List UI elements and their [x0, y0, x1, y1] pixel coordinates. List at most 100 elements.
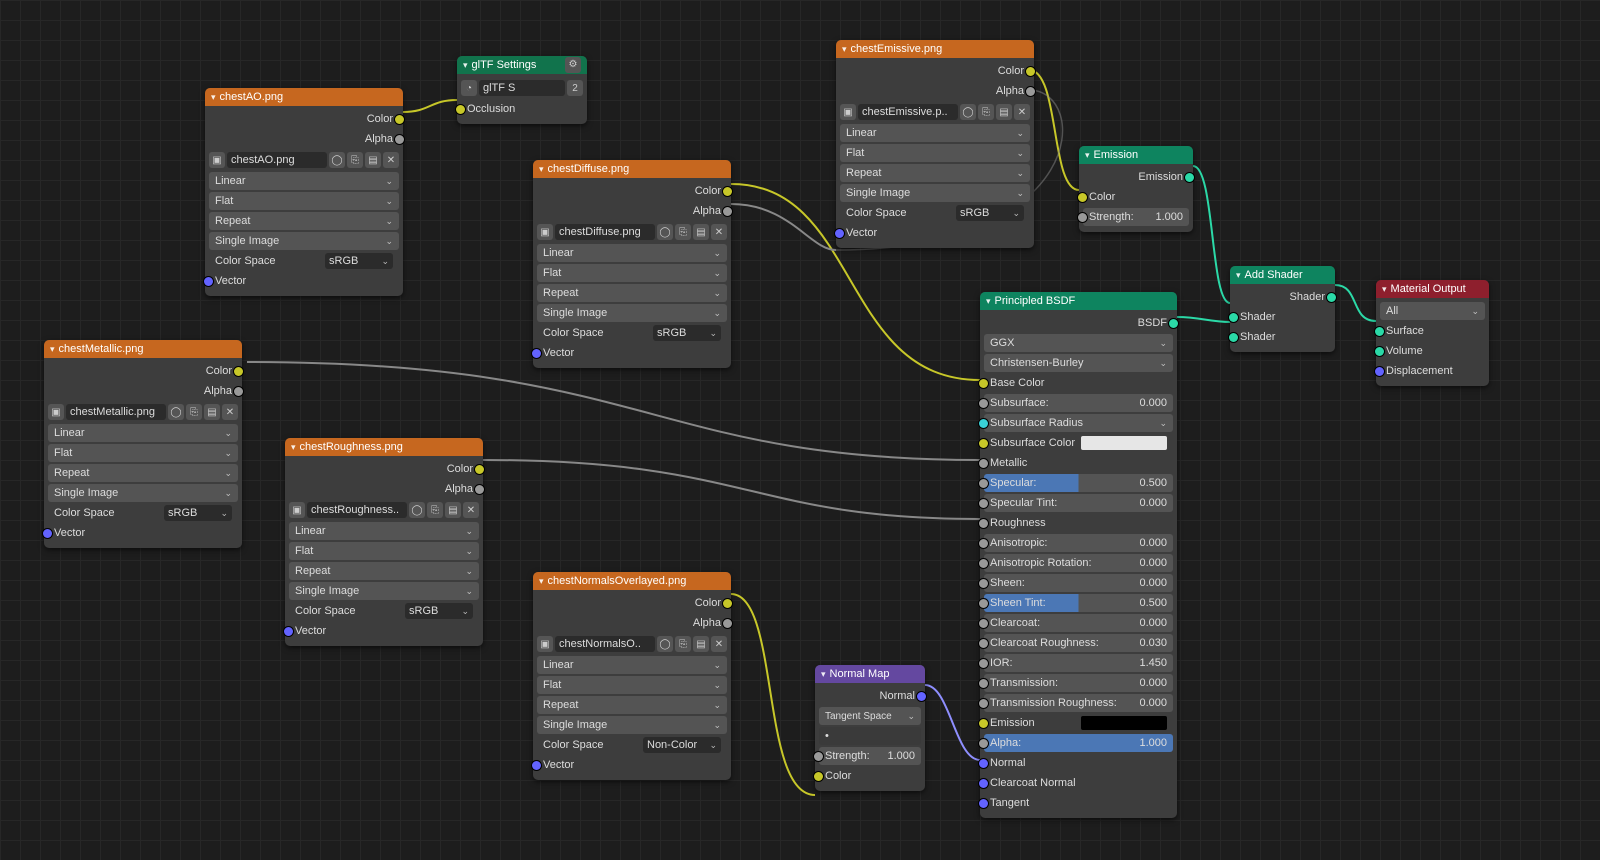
node-header[interactable]: ▾Add Shader [1230, 266, 1335, 284]
input-socket-surface[interactable] [1375, 327, 1384, 336]
input-socket[interactable] [979, 719, 988, 728]
input-socket-vector[interactable] [284, 627, 293, 636]
image-selector[interactable]: ▣chestRoughness..◯⎘▤✕ [289, 500, 479, 520]
input-socket[interactable] [979, 799, 988, 808]
input-socket-volume[interactable] [1375, 347, 1384, 356]
output-socket-emission[interactable] [1185, 173, 1194, 182]
node-header[interactable]: ▾Emission [1079, 146, 1193, 164]
input-socket-color[interactable] [1078, 193, 1087, 202]
image-selector[interactable]: ▣chestNormalsO..◯⎘▤✕ [537, 634, 727, 654]
nodegroup-name[interactable]: glTF S [479, 80, 565, 96]
colorspace-row[interactable]: Color SpacesRGB⌄ [840, 204, 1030, 222]
bsdf-specular-tint-[interactable]: Specular Tint:0.000 [984, 494, 1173, 512]
input-socket-shader-1[interactable] [1229, 313, 1238, 322]
node-image-normals[interactable]: ▾chestNormalsOverlayed.png Color Alpha ▣… [533, 572, 731, 780]
source-dropdown[interactable]: Single Image⌄ [537, 716, 727, 734]
node-gltf-settings[interactable]: ▾glTF Settings⚙ ◔glTF S2 Occlusion [457, 56, 587, 124]
input-socket[interactable] [979, 459, 988, 468]
input-socket[interactable] [979, 439, 988, 448]
source-dropdown[interactable]: Single Image⌄ [537, 304, 727, 322]
colorspace-row[interactable]: Color SpacesRGB⌄ [209, 252, 399, 270]
output-socket-bsdf[interactable] [1169, 319, 1178, 328]
interpolation-dropdown[interactable]: Linear⌄ [48, 424, 238, 442]
node-header[interactable]: ▾Principled BSDF [980, 292, 1177, 310]
output-socket-normal[interactable] [917, 692, 926, 701]
extension-dropdown[interactable]: Repeat⌄ [537, 696, 727, 714]
input-socket[interactable] [979, 739, 988, 748]
input-socket-vector[interactable] [204, 277, 213, 286]
input-socket-occlusion[interactable] [456, 105, 465, 114]
bsdf-transmission-roughness-[interactable]: Transmission Roughness:0.000 [984, 694, 1173, 712]
node-header[interactable]: ▾chestRoughness.png [285, 438, 483, 456]
space-dropdown[interactable]: Tangent Space⌄ [819, 707, 921, 725]
input-socket[interactable] [979, 379, 988, 388]
bsdf-anisotropic-[interactable]: Anisotropic:0.000 [984, 534, 1173, 552]
node-material-output[interactable]: ▾Material Output All⌄ Surface Volume Dis… [1376, 280, 1489, 386]
bsdf-clearcoat-[interactable]: Clearcoat:0.000 [984, 614, 1173, 632]
node-principled-bsdf[interactable]: ▾Principled BSDF BSDF GGX⌄ Christensen-B… [980, 292, 1177, 818]
input-socket[interactable] [979, 659, 988, 668]
interpolation-dropdown[interactable]: Linear⌄ [289, 522, 479, 540]
sss-method-dropdown[interactable]: Christensen-Burley⌄ [984, 354, 1173, 372]
output-socket-color[interactable] [475, 465, 484, 474]
output-socket-alpha[interactable] [723, 207, 732, 216]
source-dropdown[interactable]: Single Image⌄ [209, 232, 399, 250]
extension-dropdown[interactable]: Repeat⌄ [840, 164, 1030, 182]
interpolation-dropdown[interactable]: Linear⌄ [537, 656, 727, 674]
node-header[interactable]: ▾Material Output [1376, 280, 1489, 298]
extension-dropdown[interactable]: Repeat⌄ [289, 562, 479, 580]
projection-dropdown[interactable]: Flat⌄ [840, 144, 1030, 162]
output-socket-color[interactable] [1026, 67, 1035, 76]
input-socket-vector[interactable] [835, 229, 844, 238]
bsdf-clearcoat-roughness-[interactable]: Clearcoat Roughness:0.030 [984, 634, 1173, 652]
projection-dropdown[interactable]: Flat⌄ [209, 192, 399, 210]
user-count[interactable]: 2 [567, 80, 583, 96]
colorspace-row[interactable]: Color SpaceNon-Color⌄ [537, 736, 727, 754]
nodegroup-icon[interactable]: ◔ [461, 80, 477, 96]
uvmap-field[interactable]: • [819, 727, 921, 745]
source-dropdown[interactable]: Single Image⌄ [840, 184, 1030, 202]
node-image-diffuse[interactable]: ▾chestDiffuse.png Color Alpha ▣chestDiff… [533, 160, 731, 368]
input-socket[interactable] [979, 539, 988, 548]
input-socket[interactable] [979, 599, 988, 608]
output-socket-alpha[interactable] [234, 387, 243, 396]
node-header[interactable]: ▾chestNormalsOverlayed.png [533, 572, 731, 590]
source-dropdown[interactable]: Single Image⌄ [289, 582, 479, 600]
input-socket[interactable] [979, 419, 988, 428]
node-image-metallic[interactable]: ▾chestMetallic.png Color Alpha ▣chestMet… [44, 340, 242, 548]
input-socket[interactable] [979, 619, 988, 628]
projection-dropdown[interactable]: Flat⌄ [537, 676, 727, 694]
image-name-field[interactable]: chestAO.png [227, 152, 327, 168]
input-socket-strength[interactable] [814, 752, 823, 761]
source-dropdown[interactable]: Single Image⌄ [48, 484, 238, 502]
input-socket-shader-2[interactable] [1229, 333, 1238, 342]
input-socket[interactable] [979, 519, 988, 528]
node-header[interactable]: ▾glTF Settings⚙ [457, 56, 587, 74]
projection-dropdown[interactable]: Flat⌄ [537, 264, 727, 282]
bsdf-sheen-tint-[interactable]: Sheen Tint:0.500 [984, 594, 1173, 612]
unlink-icon[interactable]: ✕ [383, 152, 399, 168]
output-socket-color[interactable] [395, 115, 404, 124]
input-socket-vector[interactable] [43, 529, 52, 538]
output-socket-alpha[interactable] [475, 485, 484, 494]
input-socket[interactable] [979, 479, 988, 488]
image-selector[interactable]: ▣chestMetallic.png◯⎘▤✕ [48, 402, 238, 422]
extension-dropdown[interactable]: Repeat⌄ [209, 212, 399, 230]
bsdf-specular-[interactable]: Specular:0.500 [984, 474, 1173, 492]
input-socket[interactable] [979, 639, 988, 648]
bsdf-sheen-[interactable]: Sheen:0.000 [984, 574, 1173, 592]
bsdf-alpha-[interactable]: Alpha:1.000 [984, 734, 1173, 752]
image-selector[interactable]: ▣chestDiffuse.png◯⎘▤✕ [537, 222, 727, 242]
users-icon[interactable]: ◯ [329, 152, 345, 168]
collapse-icon[interactable]: ▾ [463, 56, 468, 74]
colorspace-row[interactable]: Color SpacesRGB⌄ [289, 602, 479, 620]
image-icon[interactable]: ▣ [209, 152, 225, 168]
target-dropdown[interactable]: All⌄ [1380, 302, 1485, 320]
colorspace-row[interactable]: Color SpacesRGB⌄ [48, 504, 238, 522]
image-selector[interactable]: ▣chestAO.png◯⎘▤✕ [209, 150, 399, 170]
extension-dropdown[interactable]: Repeat⌄ [537, 284, 727, 302]
projection-dropdown[interactable]: Flat⌄ [48, 444, 238, 462]
nodegroup-datablock[interactable]: ◔glTF S2 [461, 78, 583, 98]
input-socket-strength[interactable] [1078, 213, 1087, 222]
bsdf-ior-[interactable]: IOR:1.450 [984, 654, 1173, 672]
